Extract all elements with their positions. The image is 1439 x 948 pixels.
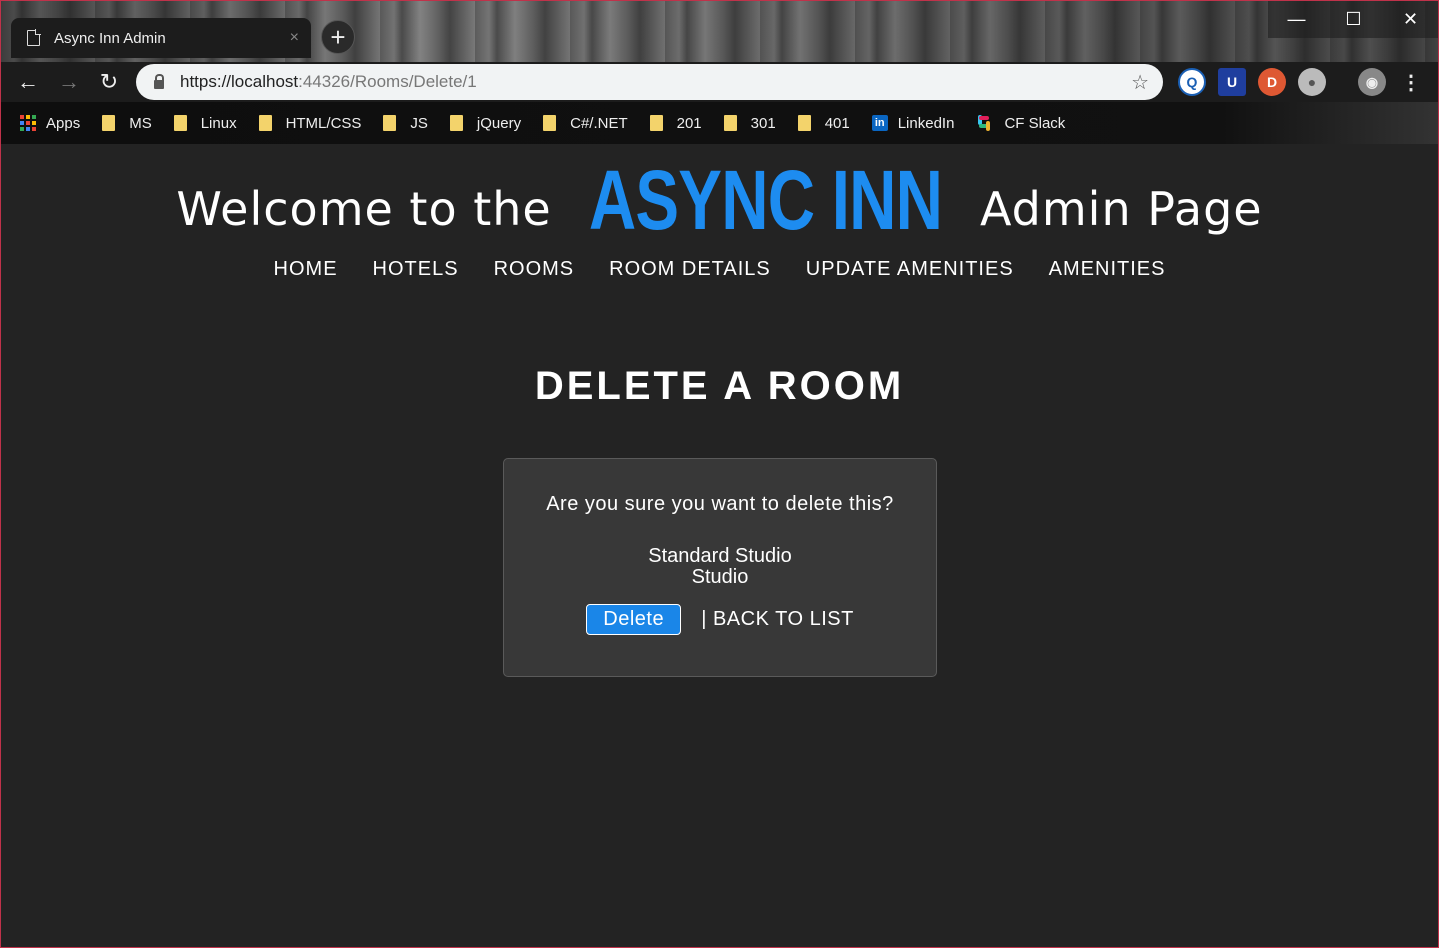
bookmark-label: 301 bbox=[750, 114, 776, 132]
bookmark-linux[interactable]: Linux bbox=[173, 114, 237, 132]
folder-icon bbox=[449, 115, 463, 131]
bookmark-ms[interactable]: MS bbox=[102, 115, 152, 132]
tab-close-icon[interactable]: × bbox=[290, 29, 299, 47]
minimize-button[interactable]: — bbox=[1268, 0, 1325, 38]
title-suffix: Admin Page bbox=[964, 182, 1263, 236]
browser-tab[interactable]: Async Inn Admin × bbox=[11, 18, 311, 58]
search-extension-icon[interactable]: Q bbox=[1178, 68, 1206, 96]
bookmark-label: jQuery bbox=[476, 114, 522, 132]
close-window-button[interactable]: ✕ bbox=[1382, 0, 1439, 38]
bookmark-201[interactable]: 201 bbox=[649, 114, 702, 132]
page-content: Welcome to the ASYNC INN Admin Page HOME… bbox=[0, 144, 1439, 948]
folder-icon bbox=[649, 115, 663, 131]
nav-home[interactable]: HOME bbox=[274, 258, 338, 281]
folder-icon bbox=[102, 115, 116, 131]
bookmark-label: 401 bbox=[824, 114, 850, 132]
apps-icon bbox=[20, 115, 36, 131]
extension-u-icon[interactable]: U bbox=[1218, 68, 1246, 96]
bookmark-js[interactable]: JS bbox=[383, 115, 428, 132]
bookmark-star-icon[interactable]: ☆ bbox=[1131, 70, 1149, 95]
nav-rooms[interactable]: ROOMS bbox=[494, 258, 575, 281]
folder-icon bbox=[383, 115, 397, 131]
page-icon bbox=[27, 29, 41, 46]
extension-gray-icon[interactable]: ● bbox=[1298, 68, 1326, 96]
bookmark-401[interactable]: 401 bbox=[797, 114, 850, 132]
maximize-button[interactable]: ☐ bbox=[1325, 0, 1382, 38]
bookmark-jquery[interactable]: jQuery bbox=[449, 114, 522, 132]
lock-icon bbox=[154, 73, 164, 89]
site-title: Welcome to the ASYNC INN Admin Page bbox=[0, 152, 1439, 249]
folder-icon bbox=[543, 115, 557, 131]
brand-logo-text: ASYNC INN bbox=[589, 153, 943, 247]
back-to-list-link[interactable]: | BACK TO LIST bbox=[701, 608, 854, 631]
bookmark-label: Linux bbox=[200, 114, 237, 132]
bookmark-label: JS bbox=[410, 114, 428, 132]
bookmark-label: C#/.NET bbox=[570, 114, 628, 132]
bookmark-label: Apps bbox=[46, 114, 81, 132]
bookmark-label: HTML/CSS bbox=[285, 114, 362, 132]
room-name: Standard Studio bbox=[648, 545, 792, 567]
bookmark-label: 201 bbox=[676, 114, 702, 132]
new-tab-button[interactable]: + bbox=[321, 20, 355, 54]
nav-hotels[interactable]: HOTELS bbox=[373, 258, 459, 281]
page-heading: DELETE A ROOM bbox=[534, 364, 905, 408]
browser-toolbar: ← → ↻ https://localhost:44326/Rooms/Dele… bbox=[0, 62, 1439, 102]
linkedin-icon: in bbox=[871, 115, 888, 131]
address-bar[interactable]: https://localhost:44326/Rooms/Delete/1 ☆ bbox=[136, 64, 1163, 100]
reload-button[interactable]: ↻ bbox=[95, 68, 123, 96]
bookmark-html-css[interactable]: HTML/CSS bbox=[258, 114, 362, 132]
main-nav: HOME HOTELS ROOMS ROOM DETAILS UPDATE AM… bbox=[0, 258, 1439, 281]
title-prefix: Welcome to the bbox=[176, 182, 568, 236]
bookmark-c-net[interactable]: C#/.NET bbox=[543, 115, 628, 132]
forward-button[interactable]: → bbox=[55, 68, 83, 96]
card-actions: Delete | BACK TO LIST bbox=[504, 604, 936, 635]
menu-kebab-icon[interactable]: ⋮ bbox=[1397, 68, 1425, 96]
bookmarks-bar: Apps MS Linux HTML/CSS JS jQuery C#/.NET 201 301… bbox=[0, 102, 1439, 144]
window-controls: — ☐ ✕ bbox=[1268, 0, 1439, 38]
bookmark-apps[interactable]: Apps bbox=[20, 115, 80, 132]
profile-avatar[interactable]: ◉ bbox=[1358, 68, 1386, 96]
bookmark-cf-slack[interactable]: CF Slack bbox=[976, 115, 1065, 132]
delete-confirm-card: Are you sure you want to delete this? St… bbox=[503, 458, 937, 677]
delete-button[interactable]: Delete bbox=[586, 604, 682, 635]
room-layout: Studio bbox=[691, 566, 749, 588]
nav-room-details[interactable]: ROOM DETAILS bbox=[609, 258, 771, 281]
bookmark-label: MS bbox=[129, 114, 152, 132]
folder-icon bbox=[258, 115, 272, 131]
duckduckgo-icon[interactable]: D bbox=[1258, 68, 1286, 96]
browser-titlebar: Async Inn Admin × + — ☐ ✕ bbox=[0, 0, 1439, 62]
confirm-question: Are you sure you want to delete this? bbox=[546, 493, 894, 515]
folder-icon bbox=[173, 115, 187, 131]
tab-title: Async Inn Admin bbox=[54, 29, 166, 47]
url-text[interactable]: https://localhost:44326/Rooms/Delete/1 bbox=[180, 72, 1131, 92]
folder-icon bbox=[723, 115, 737, 131]
nav-amenities[interactable]: AMENITIES bbox=[1049, 258, 1166, 281]
bookmark-label: CF Slack bbox=[1004, 114, 1066, 132]
folder-icon bbox=[797, 115, 811, 131]
slack-icon bbox=[976, 115, 992, 131]
nav-update-amenities[interactable]: UPDATE AMENITIES bbox=[806, 258, 1014, 281]
bookmark-linkedin[interactable]: in LinkedIn bbox=[871, 114, 955, 132]
bookmark-label: LinkedIn bbox=[897, 114, 955, 132]
bookmark-301[interactable]: 301 bbox=[723, 114, 776, 132]
back-button[interactable]: ← bbox=[14, 68, 42, 96]
